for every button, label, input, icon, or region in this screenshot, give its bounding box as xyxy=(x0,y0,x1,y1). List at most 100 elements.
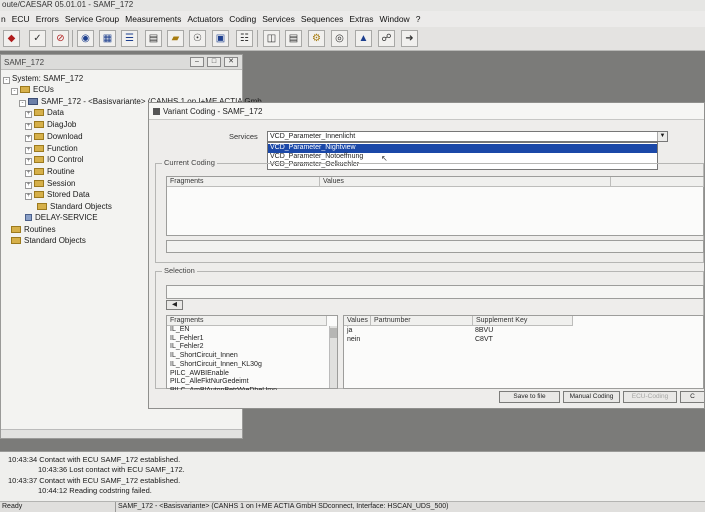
folder-icon[interactable]: ▰ xyxy=(167,30,184,47)
panel-icon[interactable]: ▤ xyxy=(145,30,162,47)
save-to-file-button[interactable]: Save to file xyxy=(499,391,560,403)
value-cell[interactable]: nein xyxy=(347,336,360,345)
menu-item-actuators[interactable]: Actuators xyxy=(187,14,223,24)
services-option[interactable]: VCD_Parameter_Notoeffnung xyxy=(268,153,657,162)
expand-icon[interactable]: + xyxy=(25,123,32,130)
tree-item-delay-service[interactable]: DELAY-SERVICE xyxy=(25,213,98,223)
restore-icon[interactable]: □ xyxy=(207,57,221,67)
column-header-values[interactable]: Values xyxy=(344,316,371,326)
tree-item-session[interactable]: + Session xyxy=(25,179,75,189)
menu-item-measurements[interactable]: Measurements xyxy=(125,14,181,24)
horizontal-scrollbar[interactable] xyxy=(1,429,242,438)
supplement-cell[interactable]: C8VT xyxy=(475,336,493,345)
fragment-item[interactable]: IL_Fehler1 xyxy=(170,335,203,344)
scrollbar-thumb[interactable] xyxy=(330,328,337,338)
coding-string-field[interactable] xyxy=(166,240,704,253)
expand-icon[interactable]: + xyxy=(25,111,32,118)
menu-item-n[interactable]: n xyxy=(1,14,6,24)
fragments-list[interactable]: Fragments IL_EN IL_Fehler1 IL_Fehler2 IL… xyxy=(166,315,338,390)
column-header-fragments[interactable]: Fragments xyxy=(167,177,320,187)
tree-item-label: DiagJob xyxy=(47,120,77,129)
car-icon[interactable]: ◆ xyxy=(3,30,20,47)
tree-item-stored-data[interactable]: + Stored Data xyxy=(25,190,90,200)
current-coding-grid[interactable]: Fragments Values xyxy=(166,176,704,236)
fragment-item[interactable]: IL_ShortCircuit_Innen_KL30g xyxy=(170,361,262,370)
selection-field[interactable] xyxy=(166,285,704,299)
plug-icon[interactable]: ☍ xyxy=(378,30,395,47)
vertical-scrollbar[interactable] xyxy=(329,326,337,388)
fragment-item[interactable]: PILC_AWBIEnable xyxy=(170,370,229,379)
binoculars-icon[interactable]: ◎ xyxy=(331,30,348,47)
collapse-icon[interactable]: - xyxy=(11,88,18,95)
tree-item-label: ECUs xyxy=(33,85,54,94)
expand-icon[interactable]: + xyxy=(25,147,32,154)
close-icon[interactable]: ✕ xyxy=(224,57,238,67)
expand-icon[interactable]: + xyxy=(25,158,32,165)
eye-icon[interactable]: ☉ xyxy=(189,30,206,47)
expand-icon[interactable]: + xyxy=(25,193,32,200)
collapse-icon[interactable]: - xyxy=(3,77,10,84)
chip-icon[interactable]: ▣ xyxy=(212,30,229,47)
value-cell[interactable]: ja xyxy=(347,327,352,336)
menu-item-window[interactable]: Window xyxy=(379,14,409,24)
column-header-partnumber[interactable]: Partnumber xyxy=(371,316,473,326)
tree-item-standard-objects[interactable]: Standard Objects xyxy=(11,236,86,246)
values-list[interactable]: Values Partnumber Supplement Key ja 8BVU… xyxy=(343,315,704,389)
menu-item-help[interactable]: ? xyxy=(416,14,421,24)
close-button[interactable]: C xyxy=(680,391,704,403)
column-header-fragments[interactable]: Fragments xyxy=(167,316,327,326)
ecu-coding-button[interactable]: ECU-Coding xyxy=(623,391,677,403)
status-bar: Ready SAMF_172 - <Basisvariante> (CANHS … xyxy=(0,501,705,512)
menu-item-service-group[interactable]: Service Group xyxy=(65,14,119,24)
expand-icon[interactable]: + xyxy=(25,135,32,142)
app-title: oute/CAESAR 05.01.01 - SAMF_172 xyxy=(2,0,134,9)
tree-item-ecus[interactable]: - ECUs xyxy=(11,85,54,95)
gauge-icon[interactable]: ◉ xyxy=(77,30,94,47)
fragment-item[interactable]: IL_Fehler2 xyxy=(170,343,203,352)
expand-icon[interactable]: + xyxy=(25,182,32,189)
supplement-cell[interactable]: 8BVU xyxy=(475,327,493,336)
bug-icon[interactable]: ▲ xyxy=(355,30,372,47)
menu-item-services[interactable]: Services xyxy=(262,14,295,24)
expand-icon[interactable]: + xyxy=(25,170,32,177)
no-entry-icon[interactable]: ⊘ xyxy=(52,30,69,47)
selection-label: Selection xyxy=(162,266,197,275)
menu-item-errors[interactable]: Errors xyxy=(36,14,59,24)
log-entry: 10:43:36 Lost contact with ECU SAMF_172. xyxy=(38,465,185,474)
check-icon[interactable]: ✓ xyxy=(29,30,46,47)
menu-item-extras[interactable]: Extras xyxy=(349,14,373,24)
menu-item-ecu[interactable]: ECU xyxy=(12,14,30,24)
notes-icon[interactable]: ▤ xyxy=(285,30,302,47)
gear-icon[interactable]: ⚙ xyxy=(308,30,325,47)
services-dropdown[interactable]: VCD_Parameter_Innenlicht ▼ xyxy=(267,131,668,142)
column-header-values[interactable]: Values xyxy=(320,177,611,187)
menu-item-coding[interactable]: Coding xyxy=(229,14,256,24)
tree-item-system[interactable]: - System: SAMF_172 xyxy=(3,74,83,84)
list-icon[interactable]: ☰ xyxy=(121,30,138,47)
scroll-left-icon[interactable]: ◀ xyxy=(166,300,183,310)
tree-item-io-control[interactable]: + IO Control xyxy=(25,155,83,165)
tree-item-function[interactable]: + Function xyxy=(25,144,78,154)
tree-item-standard-objects-sub[interactable]: Standard Objects xyxy=(37,202,112,212)
tree-item-routines[interactable]: Routines xyxy=(11,225,56,235)
column-header-supplement-key[interactable]: Supplement Key xyxy=(473,316,573,326)
module-icon[interactable]: ▦ xyxy=(99,30,116,47)
table-icon[interactable]: ◫ xyxy=(263,30,280,47)
menu-item-sequences[interactable]: Sequences xyxy=(301,14,344,24)
document-icon[interactable]: ☷ xyxy=(236,30,253,47)
minimize-icon[interactable]: – xyxy=(190,57,204,67)
arrow-icon[interactable]: ➜ xyxy=(401,30,418,47)
fragment-item[interactable]: PILC_AmBlAutonBetrWieDbeUmn xyxy=(170,387,277,390)
collapse-icon[interactable]: - xyxy=(19,100,26,107)
fragment-item[interactable]: IL_ShortCircuit_Innen xyxy=(170,352,238,361)
tree-item-data[interactable]: + Data xyxy=(25,108,64,118)
tree-item-routine[interactable]: + Routine xyxy=(25,167,75,177)
manual-coding-button[interactable]: Manual Coding xyxy=(563,391,620,403)
tree-item-diagjob[interactable]: + DiagJob xyxy=(25,120,76,130)
status-connection: SAMF_172 - <Basisvariante> (CANHS 1 on I… xyxy=(118,503,449,510)
tree-item-download[interactable]: + Download xyxy=(25,132,83,142)
chevron-down-icon[interactable]: ▼ xyxy=(657,132,667,141)
services-option[interactable]: VCD_Parameter_Nightview xyxy=(268,144,657,153)
fragment-item[interactable]: PILC_AlleFktNurGedeimt xyxy=(170,378,249,387)
fragment-item[interactable]: IL_EN xyxy=(170,326,189,335)
